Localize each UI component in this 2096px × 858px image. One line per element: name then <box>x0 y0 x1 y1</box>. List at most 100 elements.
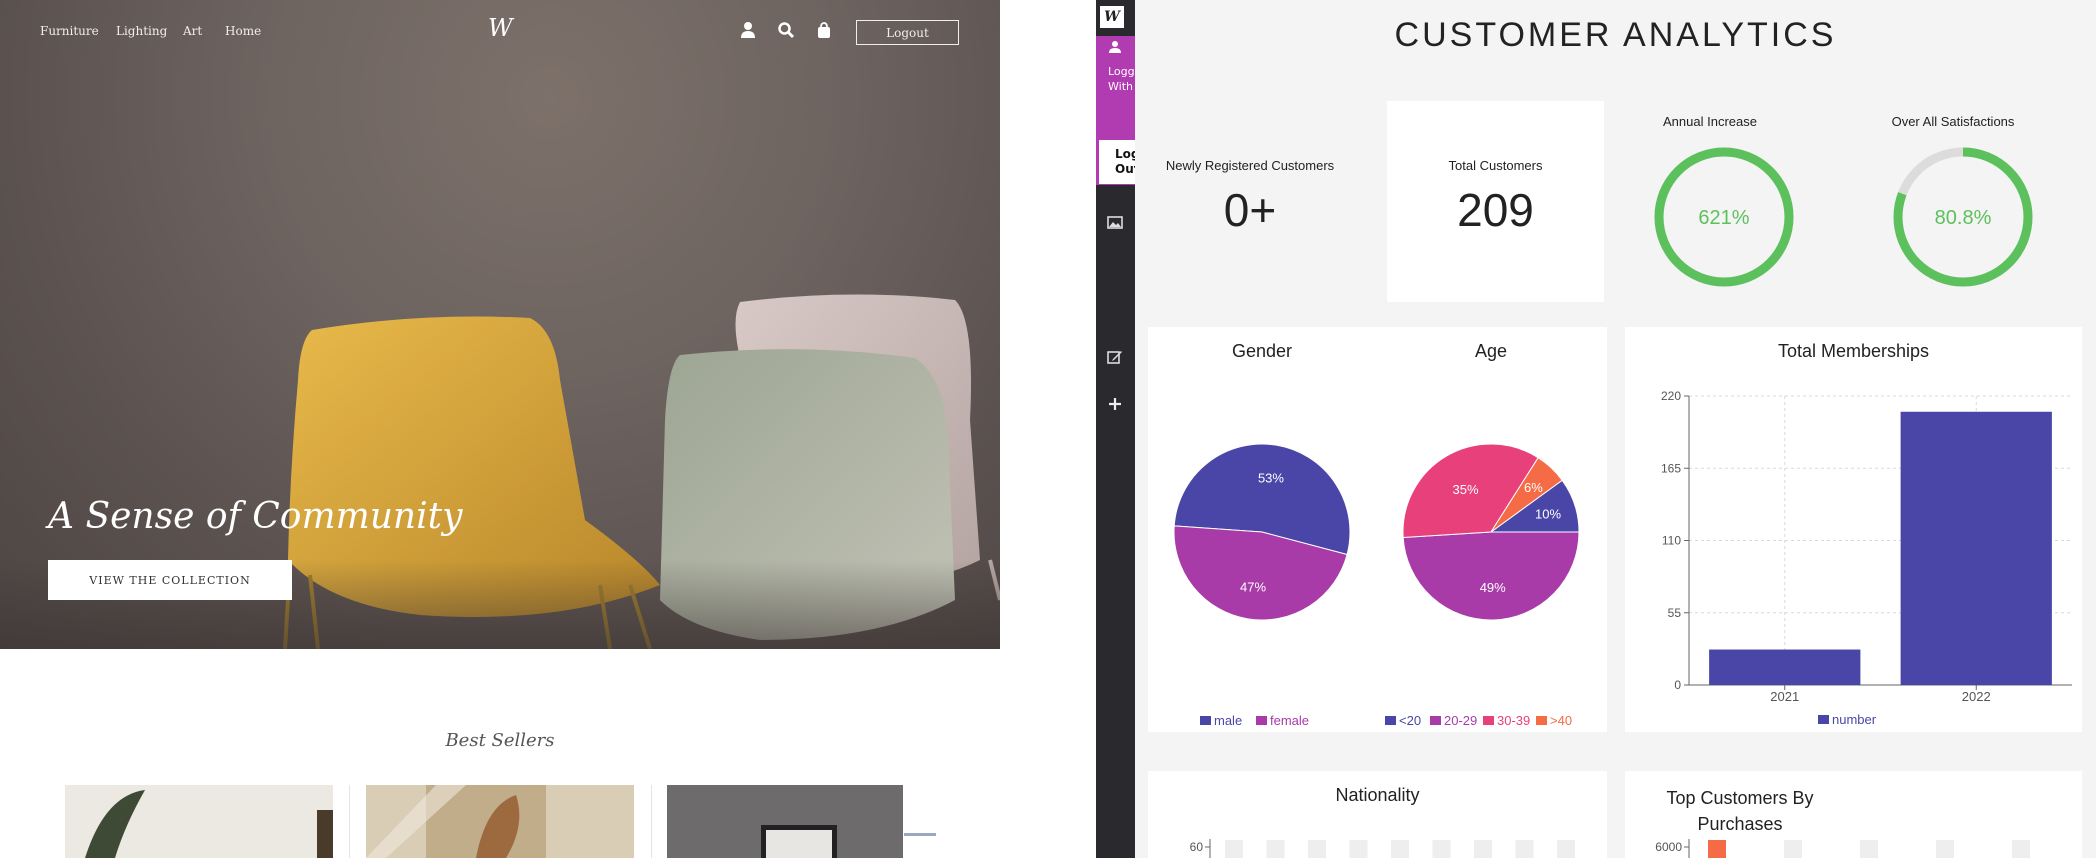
legend-item[interactable]: <20 <box>1385 713 1421 728</box>
bar-2022[interactable] <box>1900 411 2052 685</box>
store-logo[interactable]: W <box>488 14 513 42</box>
product-card[interactable] <box>366 785 634 858</box>
plus-icon[interactable] <box>1107 396 1123 412</box>
bar-background <box>2012 840 2030 858</box>
bar-background <box>1391 840 1409 858</box>
pie-label: 35% <box>1453 482 1479 497</box>
legend-item[interactable]: >40 <box>1536 713 1572 728</box>
bar-background <box>1784 840 1802 858</box>
nav-art[interactable]: Art <box>183 24 202 38</box>
new-customers-label: Newly Registered Customers <box>1165 158 1335 173</box>
memberships-bar-chart: 0 55 110 165 220 2021 2022 number <box>1661 389 2072 727</box>
bar-2021[interactable] <box>1709 649 1861 685</box>
y-tick-label: 220 <box>1661 389 1681 403</box>
total-customers-value: 209 <box>1457 184 1534 236</box>
pie-label: 47% <box>1240 579 1266 594</box>
nav-home[interactable]: Home <box>225 24 261 38</box>
nationality-bar-chart: 60 <box>1190 839 1575 858</box>
best-sellers-title: Best Sellers <box>445 730 555 751</box>
satisfaction-label: Over All Satisfactions <box>1891 114 2015 129</box>
total-customers-label: Total Customers <box>1448 158 1543 173</box>
y-tick-label: 55 <box>1668 606 1682 620</box>
legend-label: 30-39 <box>1497 713 1531 728</box>
legend-item[interactable]: 20-29 <box>1430 713 1477 728</box>
user-icon[interactable] <box>739 21 757 39</box>
y-tick-label: 0 <box>1674 678 1681 692</box>
product-image <box>366 785 546 858</box>
annual-increase-gauge: 621% <box>1654 147 1794 287</box>
legend-item[interactable]: female <box>1256 713 1309 728</box>
carousel-indicator <box>904 833 936 836</box>
image-icon[interactable] <box>1107 214 1123 230</box>
legend-item[interactable]: male <box>1200 713 1242 728</box>
sidebar-logout-button[interactable]: Log Out <box>1099 140 1135 184</box>
age-pie-chart: 10% 49% 35% 6% <box>1402 443 1580 621</box>
edit-icon[interactable] <box>1107 349 1123 365</box>
gender-chart-title: Gender <box>1231 341 1293 361</box>
legend-label[interactable]: number <box>1832 712 1877 727</box>
bar-background <box>1936 840 1954 858</box>
hero-banner: Furniture Lighting Art Home W Logout A S… <box>0 0 1000 649</box>
search-icon[interactable] <box>777 21 795 39</box>
legend-swatch <box>1200 716 1211 725</box>
satisfaction-gauge: 80.8% <box>1893 147 2033 287</box>
user-icon <box>1109 41 1121 53</box>
logged-in-text: Logged In With demo <box>1108 65 1135 93</box>
legend-swatch <box>1430 716 1441 725</box>
legend-swatch <box>1818 715 1829 724</box>
legend-swatch <box>1536 716 1547 725</box>
legend-label: male <box>1214 713 1243 728</box>
hero-title: A Sense of Community <box>48 496 463 537</box>
wix-logo-icon[interactable]: W <box>1100 6 1124 28</box>
top-customers-bar-chart: 6000 <box>1655 839 2030 858</box>
bar-background <box>1308 840 1326 858</box>
nav-furniture[interactable]: Furniture <box>40 24 99 38</box>
x-tick-label: 2022 <box>1962 689 1991 704</box>
y-tick-label: 165 <box>1661 461 1681 475</box>
memberships-panel: Total Memberships 0 55 110 165 220 2021 2022 nu… <box>1625 327 2082 732</box>
pie-label: 53% <box>1258 471 1284 486</box>
bar-background <box>1474 840 1492 858</box>
legend-label: >40 <box>1550 713 1573 728</box>
product-image <box>85 790 333 858</box>
bar-background <box>1349 840 1368 858</box>
bar[interactable] <box>1708 840 1726 858</box>
page-title: CUSTOMER ANALYTICS <box>1394 16 1837 54</box>
demographics-panel: Gender Age 53% 47% 10% 49% 35% 6% male female… <box>1148 327 1607 732</box>
age-chart-title: Age <box>1474 341 1508 361</box>
bar-background <box>1860 840 1878 858</box>
product-card[interactable] <box>65 785 333 858</box>
gender-pie-chart: 53% 47% <box>1173 443 1351 621</box>
bar-background <box>1225 840 1243 858</box>
top-customers-panel: Top Customers By Purchases 6000 <box>1625 771 2082 858</box>
new-customers-value: 0+ <box>1223 184 1277 236</box>
y-tick-label: 6000 <box>1655 840 1682 854</box>
bar-background <box>1557 840 1575 858</box>
legend-item[interactable]: 30-39 <box>1483 713 1530 728</box>
pie-slice-2029[interactable] <box>1402 531 1580 621</box>
legend-swatch <box>1385 716 1396 725</box>
bar-background <box>1432 840 1451 858</box>
total-customers-card: Total Customers 209 <box>1387 101 1604 302</box>
legend-label: female <box>1270 713 1310 728</box>
y-tick-label: 110 <box>1662 534 1681 548</box>
satisfaction-value: 80.8% <box>1935 207 1992 229</box>
annual-increase-label: Annual Increase <box>1663 114 1757 129</box>
product-card[interactable] <box>667 785 903 858</box>
x-tick-label: 2021 <box>1770 689 1799 704</box>
legend-swatch <box>1483 716 1494 725</box>
y-tick-label: 60 <box>1190 840 1204 854</box>
logout-button[interactable]: Logout <box>856 20 959 45</box>
view-collection-button[interactable]: VIEW THE COLLECTION <box>48 560 292 600</box>
nav-lighting[interactable]: Lighting <box>116 24 167 38</box>
bar-background <box>1515 840 1534 858</box>
pie-label: 10% <box>1535 506 1561 521</box>
pie-label: 49% <box>1480 580 1506 595</box>
pie-label: 6% <box>1524 480 1543 495</box>
sidebar-logout-label: Log Out <box>1115 147 1135 176</box>
bar-background <box>1266 840 1285 858</box>
shopping-bag-icon[interactable] <box>815 21 833 39</box>
legend-label: <20 <box>1399 713 1422 728</box>
nationality-panel: Nationality 60 <box>1148 771 1607 858</box>
storefront-preview: Furniture Lighting Art Home W Logout A S… <box>0 0 1000 858</box>
